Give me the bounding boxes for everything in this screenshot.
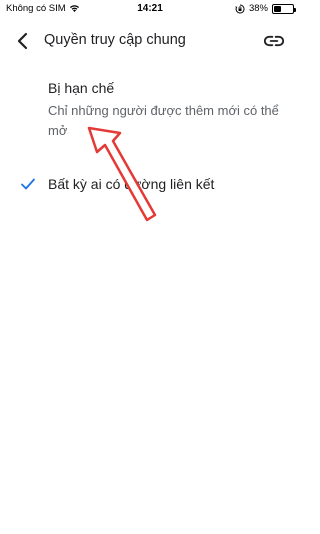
link-icon <box>264 35 284 47</box>
option-anyone-title: Bất kỳ ai có đường liên kết <box>48 176 215 192</box>
status-bar: Không có SIM 14:21 38% <box>0 0 300 18</box>
copy-link-button[interactable] <box>262 29 286 53</box>
battery-icon <box>272 3 296 14</box>
chevron-left-icon <box>17 32 28 50</box>
status-right: 38% <box>235 3 296 14</box>
option-restricted-description: Chỉ những người được thêm mới có thể mở <box>48 103 279 138</box>
option-restricted-title: Bị hạn chế <box>48 80 115 96</box>
option-restricted[interactable]: Bị hạn chế Chỉ những người được thêm mới… <box>0 72 300 156</box>
lock-rotation-icon <box>235 3 245 13</box>
check-icon <box>21 178 35 190</box>
option-anyone-with-link[interactable]: Bất kỳ ai có đường liên kết <box>0 166 300 202</box>
back-button[interactable] <box>10 29 34 53</box>
app-bar: Quyền truy cập chung <box>0 24 300 58</box>
page-title: Quyền truy cập chung <box>44 32 186 48</box>
battery-level <box>274 5 281 12</box>
battery-percent: 38% <box>248 3 268 14</box>
battery-cap <box>294 7 296 12</box>
